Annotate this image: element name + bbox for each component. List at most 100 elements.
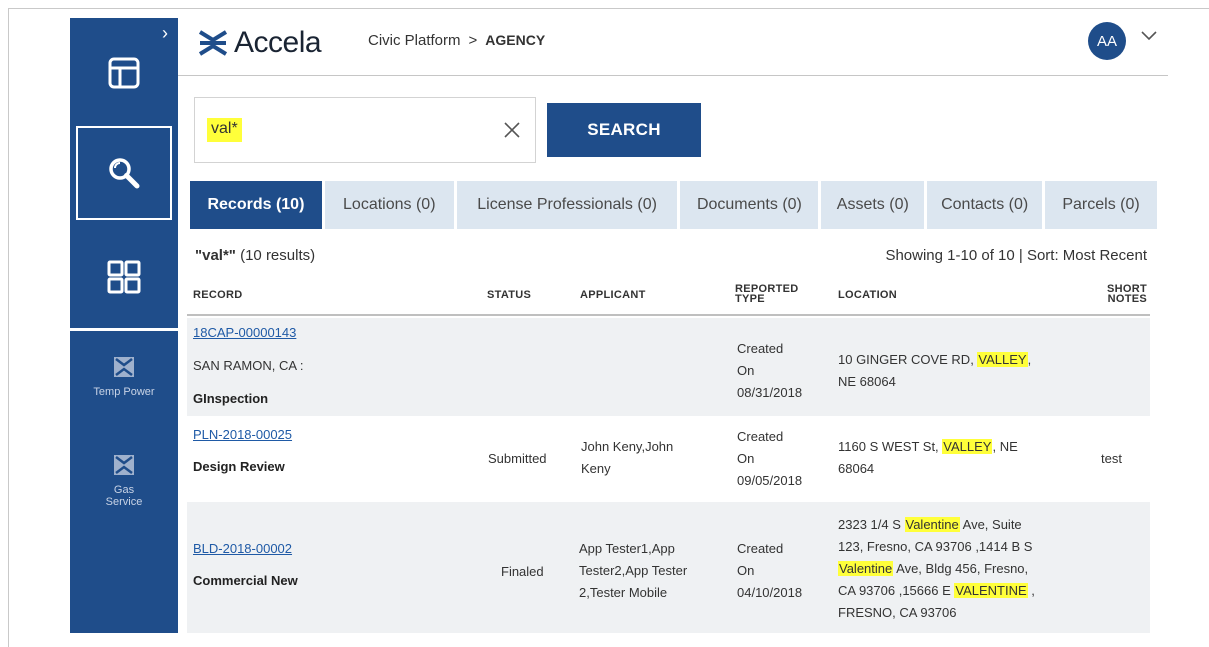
table-header: RECORD STATUS APPLICANT REPORTED TYPE LO…: [187, 280, 1150, 316]
accela-logo[interactable]: Accela: [198, 26, 322, 60]
location-text: 2323 1/4 S: [838, 517, 905, 532]
close-icon: [504, 122, 520, 138]
col-applicant[interactable]: APPLICANT: [580, 290, 646, 301]
applicant-line: John Keny,John: [581, 439, 674, 454]
status-cell: Finaled: [501, 564, 544, 579]
reported-type-cell: Created On 08/31/2018: [737, 338, 802, 404]
tab-locations[interactable]: Locations (0): [324, 181, 454, 229]
tab-assets[interactable]: Assets (0): [821, 181, 925, 229]
search-field[interactable]: val*: [194, 97, 536, 163]
location-text: NE 68064: [838, 374, 896, 389]
status-cell: Submitted: [488, 451, 547, 466]
location-text: 123, Fresno, CA 93706 ,1414 B S: [838, 539, 1033, 554]
reported-date: 04/10/2018: [737, 585, 803, 600]
col-short-notes-line2: NOTES: [1107, 293, 1147, 305]
clear-search-button[interactable]: [500, 118, 524, 142]
result-count-text: (10 results): [240, 247, 316, 264]
applicant-line: 2,Tester Mobile: [579, 585, 668, 600]
logo-wordmark: Accela: [234, 26, 322, 59]
magnifier-icon: [109, 158, 140, 189]
apps-grid-icon[interactable]: [70, 252, 178, 302]
dashboard-icon-graphic: [108, 57, 140, 89]
tab-parcels[interactable]: Parcels (0): [1045, 181, 1157, 229]
search-input[interactable]: [207, 118, 487, 142]
location-text: 68064: [838, 461, 875, 476]
applicant-line: Keny: [581, 461, 611, 476]
sidebar-app-label: Gas Service: [105, 484, 143, 508]
location-text: FRESNO, CA 93706: [838, 605, 957, 620]
tab-license-professionals[interactable]: License Professionals (0): [456, 181, 678, 229]
dashboard-icon[interactable]: [70, 48, 178, 98]
global-search-nav[interactable]: [76, 126, 172, 220]
location-text: ,: [1027, 583, 1035, 598]
bowtie-app-icon: [114, 455, 134, 475]
location-match-highlight: Valentine: [904, 517, 960, 532]
breadcrumb-agency[interactable]: AGENCY: [485, 32, 545, 48]
location-cell: 1160 S WEST St, VALLEY, NE 68064: [838, 436, 1018, 480]
accela-logo-icon: [198, 30, 228, 56]
sidebar-app-gas-service[interactable]: Gas Service: [70, 454, 178, 508]
table-row[interactable]: PLN-2018-00025 Design Review Submitted J…: [187, 416, 1150, 502]
location-match-highlight: Valentine: [838, 561, 894, 576]
record-link[interactable]: PLN-2018-00025: [193, 427, 292, 442]
location-match-highlight: VALLEY: [977, 352, 1028, 367]
sidebar-app-label: Temp Power: [93, 386, 155, 398]
reported-line: On: [737, 563, 755, 578]
table-row[interactable]: BLD-2018-00002 Commercial New Finaled Ap…: [187, 502, 1150, 633]
user-avatar[interactable]: AA: [1088, 22, 1126, 60]
record-link[interactable]: BLD-2018-00002: [193, 541, 292, 556]
breadcrumb: Civic Platform > AGENCY: [368, 32, 545, 49]
applicant-cell: John Keny,John Keny: [581, 436, 673, 480]
record-link[interactable]: 18CAP-00000143: [193, 325, 296, 340]
reported-type-cell: Created On 09/05/2018: [737, 426, 802, 492]
col-record[interactable]: RECORD: [193, 290, 242, 301]
location-text: 10 GINGER COVE RD,: [838, 352, 978, 367]
breadcrumb-separator: >: [468, 32, 478, 49]
location-match-highlight: VALENTINE: [954, 583, 1028, 598]
sidebar: › Temp Power Gas Service: [70, 18, 178, 633]
result-tabs: Records (10) Locations (0) License Profe…: [190, 181, 1157, 229]
tab-records[interactable]: Records (10): [190, 181, 322, 229]
record-cell: PLN-2018-00025 Design Review: [193, 424, 292, 478]
col-short-notes[interactable]: SHORT NOTES: [1101, 284, 1147, 305]
location-cell: 2323 1/4 S Valentine Ave, Suite 123, Fre…: [838, 514, 1035, 624]
reported-date: 09/05/2018: [737, 473, 803, 488]
record-type: GInspection: [193, 391, 269, 406]
sidebar-app-temp-power[interactable]: Temp Power: [70, 356, 178, 398]
result-count: "val*" (10 results): [195, 247, 315, 264]
top-header: Accela Civic Platform > AGENCY AA: [178, 18, 1168, 76]
bowtie-app-icon: [114, 357, 134, 377]
location-text: Ave, Bldg 456, Fresno,: [893, 561, 1029, 576]
table-row[interactable]: 18CAP-00000143 SAN RAMON, CA : GInspecti…: [187, 318, 1150, 416]
tab-contacts[interactable]: Contacts (0): [927, 181, 1043, 229]
results-sort-info[interactable]: Showing 1-10 of 10 | Sort: Most Recent: [885, 247, 1147, 264]
location-text: ,: [1027, 352, 1032, 367]
location-match-highlight: VALLEY: [942, 439, 993, 454]
col-location[interactable]: LOCATION: [838, 290, 897, 301]
col-status[interactable]: STATUS: [487, 290, 531, 301]
reported-line: Created: [737, 341, 784, 356]
chevron-down-icon[interactable]: [1140, 30, 1158, 42]
search-button[interactable]: SEARCH: [547, 103, 701, 157]
location-text: 1160 S WEST St,: [838, 439, 943, 454]
reported-type-cell: Created On 04/10/2018: [737, 538, 802, 604]
grid-icon: [107, 260, 141, 294]
reported-line: On: [737, 451, 755, 466]
applicant-cell: App Tester1,App Tester2,App Tester 2,Tes…: [579, 538, 687, 604]
location-text: CA 93706 ,15666 E: [838, 583, 955, 598]
reported-line: Created: [737, 541, 784, 556]
expand-sidebar-icon[interactable]: ›: [162, 24, 168, 42]
record-cell: 18CAP-00000143 SAN RAMON, CA : GInspecti…: [193, 322, 304, 410]
record-location: SAN RAMON, CA :: [193, 358, 304, 373]
applicant-line: App Tester1,App: [579, 541, 675, 556]
breadcrumb-platform[interactable]: Civic Platform: [368, 32, 461, 49]
record-type: Design Review: [193, 459, 285, 474]
location-text: Ave, Suite: [959, 517, 1022, 532]
col-reported-type-line2: TYPE: [735, 293, 765, 305]
col-reported-type[interactable]: REPORTED TYPE: [735, 284, 799, 305]
tab-documents[interactable]: Documents (0): [680, 181, 819, 229]
reported-line: Created: [737, 429, 784, 444]
record-cell: BLD-2018-00002 Commercial New: [193, 538, 298, 592]
reported-line: On: [737, 363, 755, 378]
notes-cell: test: [1101, 451, 1122, 466]
